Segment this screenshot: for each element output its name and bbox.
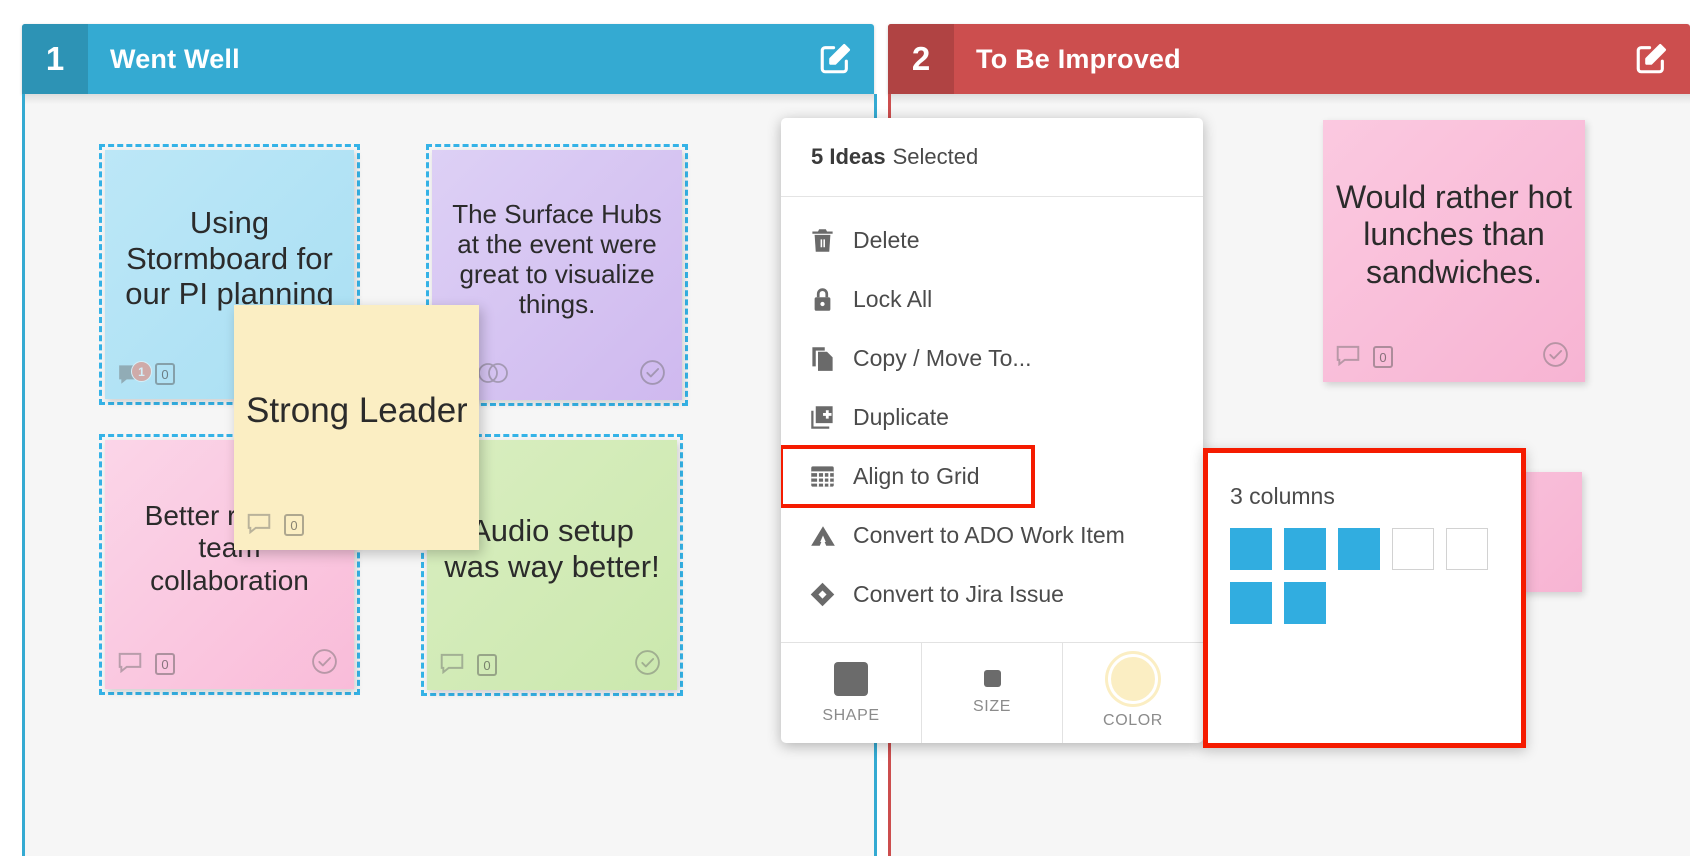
note-body: Strong Leadership: [246, 315, 467, 508]
menu-item-duplicate[interactable]: Duplicate: [781, 388, 1203, 447]
footer-size-button[interactable]: SIZE: [922, 643, 1063, 743]
shape-square-icon: [834, 661, 868, 696]
comment-icon[interactable]: [117, 651, 143, 678]
column-number-1: 1: [22, 24, 88, 94]
edit-square-icon[interactable]: [1634, 42, 1668, 76]
note-text: Using Stormboard for our PI planning: [125, 204, 334, 312]
grid-cell[interactable]: [1284, 528, 1326, 570]
duplicate-icon: [809, 404, 853, 431]
comment-icon[interactable]: 1: [117, 361, 152, 385]
menu-item-label: Copy / Move To...: [853, 345, 1032, 371]
align-to-grid-submenu: 3 columns: [1203, 448, 1526, 748]
menu-item-convert-to-jira-issue[interactable]: Convert to Jira Issue: [781, 565, 1203, 624]
menu-item-align-to-grid[interactable]: Align to Grid: [781, 445, 1035, 508]
column-title-2: To Be Improved: [976, 43, 1181, 74]
edit-square-icon[interactable]: [818, 42, 852, 76]
note-footer: 0: [1335, 340, 1573, 374]
footer-shape-button[interactable]: SHAPE: [781, 643, 922, 743]
menu-item-label: Align to Grid: [853, 463, 980, 489]
menu-item-lock-all[interactable]: Lock All: [781, 270, 1203, 329]
submenu-title: 3 columns: [1230, 483, 1335, 509]
grid-cell[interactable]: [1392, 528, 1434, 570]
grid-icon: [809, 463, 853, 490]
selected-count: 5 Ideas: [811, 144, 886, 169]
grid-cell[interactable]: [1230, 582, 1272, 624]
check-circle-icon[interactable]: [639, 359, 666, 391]
menu-item-label: Convert to Jira Issue: [853, 581, 1064, 607]
comment-icon[interactable]: [439, 652, 465, 679]
context-menu-items: Delete Lock All Copy / Move To... Duplic…: [781, 197, 1203, 642]
column-title-1: Went Well: [110, 43, 240, 74]
grid-cell[interactable]: [1284, 582, 1326, 624]
column-header-2[interactable]: 2 To Be Improved: [888, 24, 1690, 94]
note-text: Would rather hot lunches than sandwiches…: [1336, 179, 1572, 290]
size-square-icon: [983, 670, 1001, 687]
vote-count[interactable]: 0: [155, 653, 175, 675]
lock-icon: [809, 286, 853, 313]
note-text: Strong Leadership: [246, 391, 467, 431]
grid-preview[interactable]: [1208, 510, 1521, 624]
comment-count-badge: 1: [131, 361, 152, 382]
footer-label: COLOR: [1103, 711, 1163, 729]
menu-item-copy-move-to[interactable]: Copy / Move To...: [781, 329, 1203, 388]
note-footer: 0: [439, 648, 665, 682]
vote-count[interactable]: 0: [477, 654, 497, 676]
sticky-note-dragging[interactable]: Strong Leadership 0: [234, 305, 479, 550]
stormboard-canvas: 1 Went Well 2 To Be Improved Using Storm…: [0, 0, 1690, 856]
menu-item-label: Delete: [853, 227, 920, 253]
azure-devops-icon: [809, 525, 853, 547]
check-circle-icon[interactable]: [311, 648, 338, 680]
grid-cell[interactable]: [1446, 528, 1488, 570]
menu-item-delete[interactable]: Delete: [781, 211, 1203, 270]
footer-color-button[interactable]: COLOR: [1063, 643, 1203, 743]
jira-icon: [809, 581, 853, 608]
menu-item-label: Lock All: [853, 286, 933, 312]
selected-suffix: Selected: [892, 144, 979, 169]
context-menu-header: 5 Ideas Selected: [781, 118, 1203, 197]
color-circle-icon: [1111, 656, 1155, 701]
grid-cell[interactable]: [1230, 528, 1272, 570]
note-footer: 0: [117, 647, 342, 681]
comment-icon[interactable]: [1335, 344, 1361, 371]
menu-item-label: Convert to ADO Work Item: [853, 522, 1125, 548]
note-body: Would rather hot lunches than sandwiches…: [1335, 130, 1573, 340]
sticky-note[interactable]: Would rather hot lunches than sandwiches…: [1323, 120, 1585, 382]
check-circle-icon[interactable]: [1542, 341, 1569, 373]
vote-count[interactable]: 0: [284, 514, 304, 536]
context-menu-footer: SHAPE SIZE COLOR: [781, 642, 1203, 743]
menu-item-convert-to-ado-work-item[interactable]: Convert to ADO Work Item: [781, 506, 1203, 565]
vote-count[interactable]: 0: [155, 363, 175, 385]
note-text: The Surface Hubs at the event were great…: [452, 198, 662, 320]
note-footer: 0: [246, 508, 467, 542]
grid-cell[interactable]: [1338, 528, 1380, 570]
copy-icon: [809, 345, 853, 372]
menu-item-label: Duplicate: [853, 404, 949, 430]
trash-icon: [809, 227, 853, 254]
column-number-2: 2: [888, 24, 954, 94]
context-menu: 5 Ideas Selected Delete Lock All Copy / …: [781, 118, 1203, 743]
check-circle-icon[interactable]: [634, 649, 661, 681]
vote-count[interactable]: 0: [1373, 346, 1393, 368]
column-header-1[interactable]: 1 Went Well: [22, 24, 874, 94]
footer-label: SHAPE: [822, 706, 880, 724]
comment-icon[interactable]: [246, 512, 272, 539]
merge-circles-icon[interactable]: [476, 362, 510, 389]
footer-label: SIZE: [973, 698, 1011, 715]
